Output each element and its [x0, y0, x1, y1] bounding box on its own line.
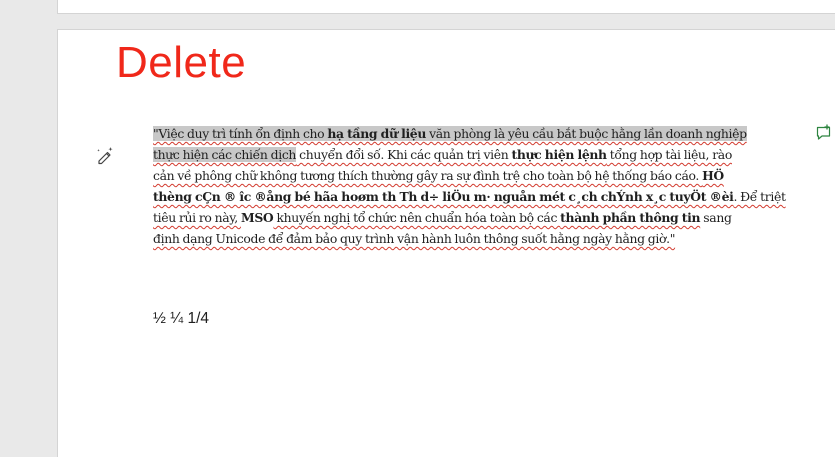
paragraph-line-4: thèng cÇn ® îc ®ång bé hãa hoøm th Th d÷…	[153, 186, 786, 207]
body-paragraph[interactable]: "Việc duy trì tính ổn định cho hạ tầng d…	[153, 123, 786, 249]
text-run: sang	[700, 210, 732, 225]
word-document-canvas: Delete "Việc duy trì tính ổn định cho hạ…	[0, 0, 835, 457]
document-heading[interactable]: Delete	[116, 37, 246, 89]
magic-pen-icon[interactable]	[95, 145, 115, 165]
selected-text: thực hiện các chiến dịch	[153, 147, 297, 162]
selected-text: văn phòng là yêu cầu bắt buộc hằng lần d…	[426, 126, 747, 141]
paragraph-line-2: thực hiện các chiến dịch chuyển đổi số. …	[153, 144, 763, 165]
previous-page	[57, 0, 835, 14]
bold-text: thực hiện lệnh	[511, 147, 607, 162]
new-comment-icon[interactable]	[814, 124, 834, 142]
bold-legacy-text: thèng cÇn ® îc ®ång bé hãa hoøm th Th d÷…	[153, 189, 734, 204]
text-run: chuyển đổi số. Khi các quản trị viên	[296, 147, 512, 162]
text-run: khuyến nghị tổ chức nên chuẩn hóa toàn b…	[273, 210, 561, 225]
text-run: tổng hợp tài liệu, rào	[606, 147, 733, 162]
paragraph-line-3: cản về phông chữ không tương thích thườn…	[153, 165, 763, 186]
bold-legacy-text: HÖ	[702, 168, 724, 183]
fractions-text[interactable]: ½ ¼ 1/4	[153, 309, 209, 329]
paragraph-line-6: định dạng Unicode để đảm bảo quy trình v…	[153, 228, 763, 249]
bold-text: MSO	[240, 210, 274, 225]
paragraph-line-1: "Việc duy trì tính ổn định cho hạ tầng d…	[153, 123, 763, 144]
bold-text: thành phần thông tin	[560, 210, 701, 225]
selected-bold-text: hạ tầng dữ liệu	[327, 126, 426, 141]
selected-text: "Việc duy trì tính ổn định cho	[153, 126, 328, 141]
text-run: . Để triệt	[733, 189, 786, 204]
text-run: tiêu rủi ro này,	[153, 210, 241, 225]
text-run: định dạng Unicode để đảm bảo quy trình v…	[153, 231, 676, 246]
text-run: cản về phông chữ không tương thích thườn…	[153, 168, 703, 183]
paragraph-line-5: tiêu rủi ro này, MSO khuyến nghị tổ chức…	[153, 207, 763, 228]
